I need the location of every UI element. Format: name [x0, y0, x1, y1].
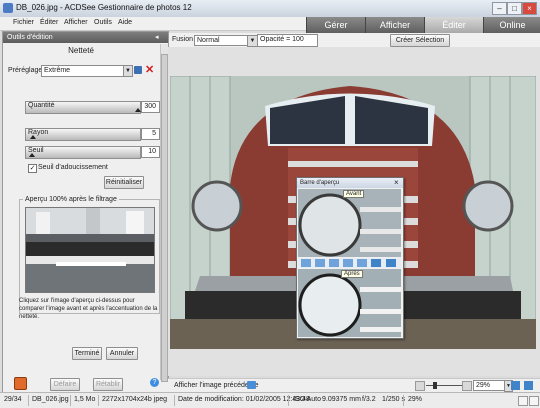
- quantite-label: Quantité: [28, 102, 55, 109]
- pan-icon[interactable]: [357, 259, 367, 267]
- panel-scrollbar-thumb[interactable]: [161, 54, 168, 382]
- creer-selection-button[interactable]: Créer Sélection: [390, 34, 450, 47]
- presets-select[interactable]: Extrême: [41, 65, 125, 77]
- seuil-slider-thumb[interactable]: [29, 153, 35, 157]
- quantite-spinbox[interactable]: 300: [141, 101, 160, 113]
- menu-afficher[interactable]: Afficher: [64, 19, 88, 26]
- status-date: Date de modification: 01/02/2005 12:43:4…: [178, 396, 310, 403]
- rayon-spinbox[interactable]: 5: [141, 128, 160, 140]
- zoom-in-icon[interactable]: [301, 259, 311, 267]
- zoom-slider-thumb[interactable]: [433, 382, 437, 389]
- preview-bar-window[interactable]: Barre d'aperçu × Avant Après: [296, 177, 404, 339]
- effects-icon[interactable]: [14, 377, 27, 390]
- menu-editer[interactable]: Éditer: [40, 19, 58, 26]
- tab-online[interactable]: Online: [483, 17, 540, 33]
- seuil-spinbox[interactable]: 10: [141, 146, 160, 158]
- defaire-button[interactable]: Défaire: [50, 378, 80, 391]
- rayon-slider-thumb[interactable]: [30, 135, 36, 139]
- status-bar: 29/34 DB_026.jpg 1,5 Mo 2272x1704x24b jp…: [0, 392, 540, 408]
- delete-preset-icon[interactable]: ✕: [145, 63, 154, 76]
- preview-group-label: Aperçu 100% après le filtrage: [23, 196, 119, 203]
- panel-header-title: Outils d'édition: [7, 34, 53, 41]
- swap-view-icon[interactable]: [386, 259, 396, 267]
- apres-preview[interactable]: [298, 269, 401, 337]
- preview-image-graphic: [26, 208, 154, 292]
- status-index: 29/34: [4, 396, 22, 403]
- status-iso: ISO Auto: [293, 396, 322, 403]
- sharpen-preview-image[interactable]: [25, 207, 155, 293]
- fusion-label: Fusion: [172, 36, 194, 43]
- fusion-select[interactable]: Normal: [194, 35, 248, 46]
- window-title: DB_026.jpg - ACDSee Gestionnaire de phot…: [16, 3, 192, 12]
- zoom-out-icon[interactable]: [415, 381, 425, 391]
- retablir-button[interactable]: Rétablir: [93, 378, 123, 391]
- actual-size-icon[interactable]: [343, 259, 353, 267]
- avant-preview[interactable]: [298, 189, 401, 257]
- panel-header: Outils d'édition ◂: [3, 32, 168, 43]
- chevron-down-icon[interactable]: ▼: [123, 65, 133, 77]
- status-dimensions: 2272x1704x24b jpeg: [102, 396, 168, 403]
- edit-toolbar: Fusion Normal ▼ Opacité = 100 Créer Séle…: [168, 33, 540, 48]
- annuler-button[interactable]: Annuler: [106, 347, 138, 360]
- navigation-bar: Afficher l'image précédente 29% ▼: [168, 378, 540, 392]
- panel-heading: Netteté: [68, 46, 94, 55]
- avant-preview-graphic: [298, 189, 401, 257]
- seuil-adoucissement-label: Seuil d'adoucissement: [38, 164, 108, 171]
- seuil-adoucissement-checkbox[interactable]: ✓: [28, 164, 37, 173]
- save-preset-icon[interactable]: [134, 66, 142, 74]
- collapse-panel-icon[interactable]: ◂: [155, 32, 159, 43]
- maximize-button[interactable]: □: [507, 2, 522, 15]
- zoom-out-icon[interactable]: [315, 259, 325, 267]
- reinitialiser-button[interactable]: Réinitialiser: [104, 176, 144, 189]
- prev-image-link[interactable]: Afficher l'image précédente: [174, 382, 258, 389]
- apres-label: Après: [341, 270, 363, 278]
- status-aperture: f/3.2: [362, 396, 376, 403]
- tab-editer[interactable]: Éditer: [424, 17, 483, 33]
- tab-afficher[interactable]: Afficher: [365, 17, 424, 33]
- quantite-slider[interactable]: Quantité: [25, 101, 141, 114]
- close-window-button[interactable]: ×: [522, 2, 537, 15]
- actual-size-icon[interactable]: [524, 381, 533, 390]
- status-indicator-icon: [518, 396, 528, 406]
- edit-tools-panel: Outils d'édition ◂ Netteté Préréglages E…: [2, 31, 169, 394]
- next-image-icon[interactable]: [247, 381, 256, 389]
- title-bar: DB_026.jpg - ACDSee Gestionnaire de phot…: [0, 0, 540, 18]
- preview-help-text: Cliquez sur l'image d'aperçu ci-dessus p…: [19, 298, 158, 320]
- fit-image-icon[interactable]: [511, 381, 520, 390]
- rayon-slider[interactable]: Rayon: [25, 128, 141, 141]
- zoom-select[interactable]: 29%: [473, 380, 507, 391]
- help-icon[interactable]: ?: [150, 378, 159, 387]
- status-filename: DB_026.jpg: [32, 396, 69, 403]
- preview-bar-titlebar: Barre d'aperçu ×: [297, 178, 403, 188]
- status-focal: 9.09375 mm: [322, 396, 361, 403]
- avant-label: Avant: [343, 190, 365, 198]
- termine-button[interactable]: Terminé: [72, 347, 102, 360]
- zoom-in-icon[interactable]: [462, 381, 472, 391]
- split-view-icon[interactable]: [371, 259, 381, 267]
- fit-icon[interactable]: [329, 259, 339, 267]
- preview-bar-toolbar: [298, 258, 401, 268]
- tab-gerer[interactable]: Gérer: [306, 17, 365, 33]
- menu-aide[interactable]: Aide: [118, 19, 132, 26]
- status-shutter: 1/250 s: [382, 396, 405, 403]
- resize-grip-icon[interactable]: [529, 396, 539, 406]
- acdsee-app-icon: [3, 3, 13, 13]
- menu-outils[interactable]: Outils: [94, 19, 112, 26]
- preview-bar-title: Barre d'aperçu: [300, 180, 340, 186]
- close-icon[interactable]: ×: [394, 178, 399, 188]
- opacite-field[interactable]: Opacité = 100: [257, 34, 318, 47]
- minimize-button[interactable]: –: [492, 2, 507, 15]
- seuil-slider[interactable]: Seuil: [25, 146, 141, 159]
- apres-preview-graphic: [298, 269, 401, 337]
- status-zoom: 29%: [408, 396, 423, 403]
- status-filesize: 1,5 Mo: [74, 396, 96, 403]
- menu-fichier[interactable]: Fichier: [13, 19, 34, 26]
